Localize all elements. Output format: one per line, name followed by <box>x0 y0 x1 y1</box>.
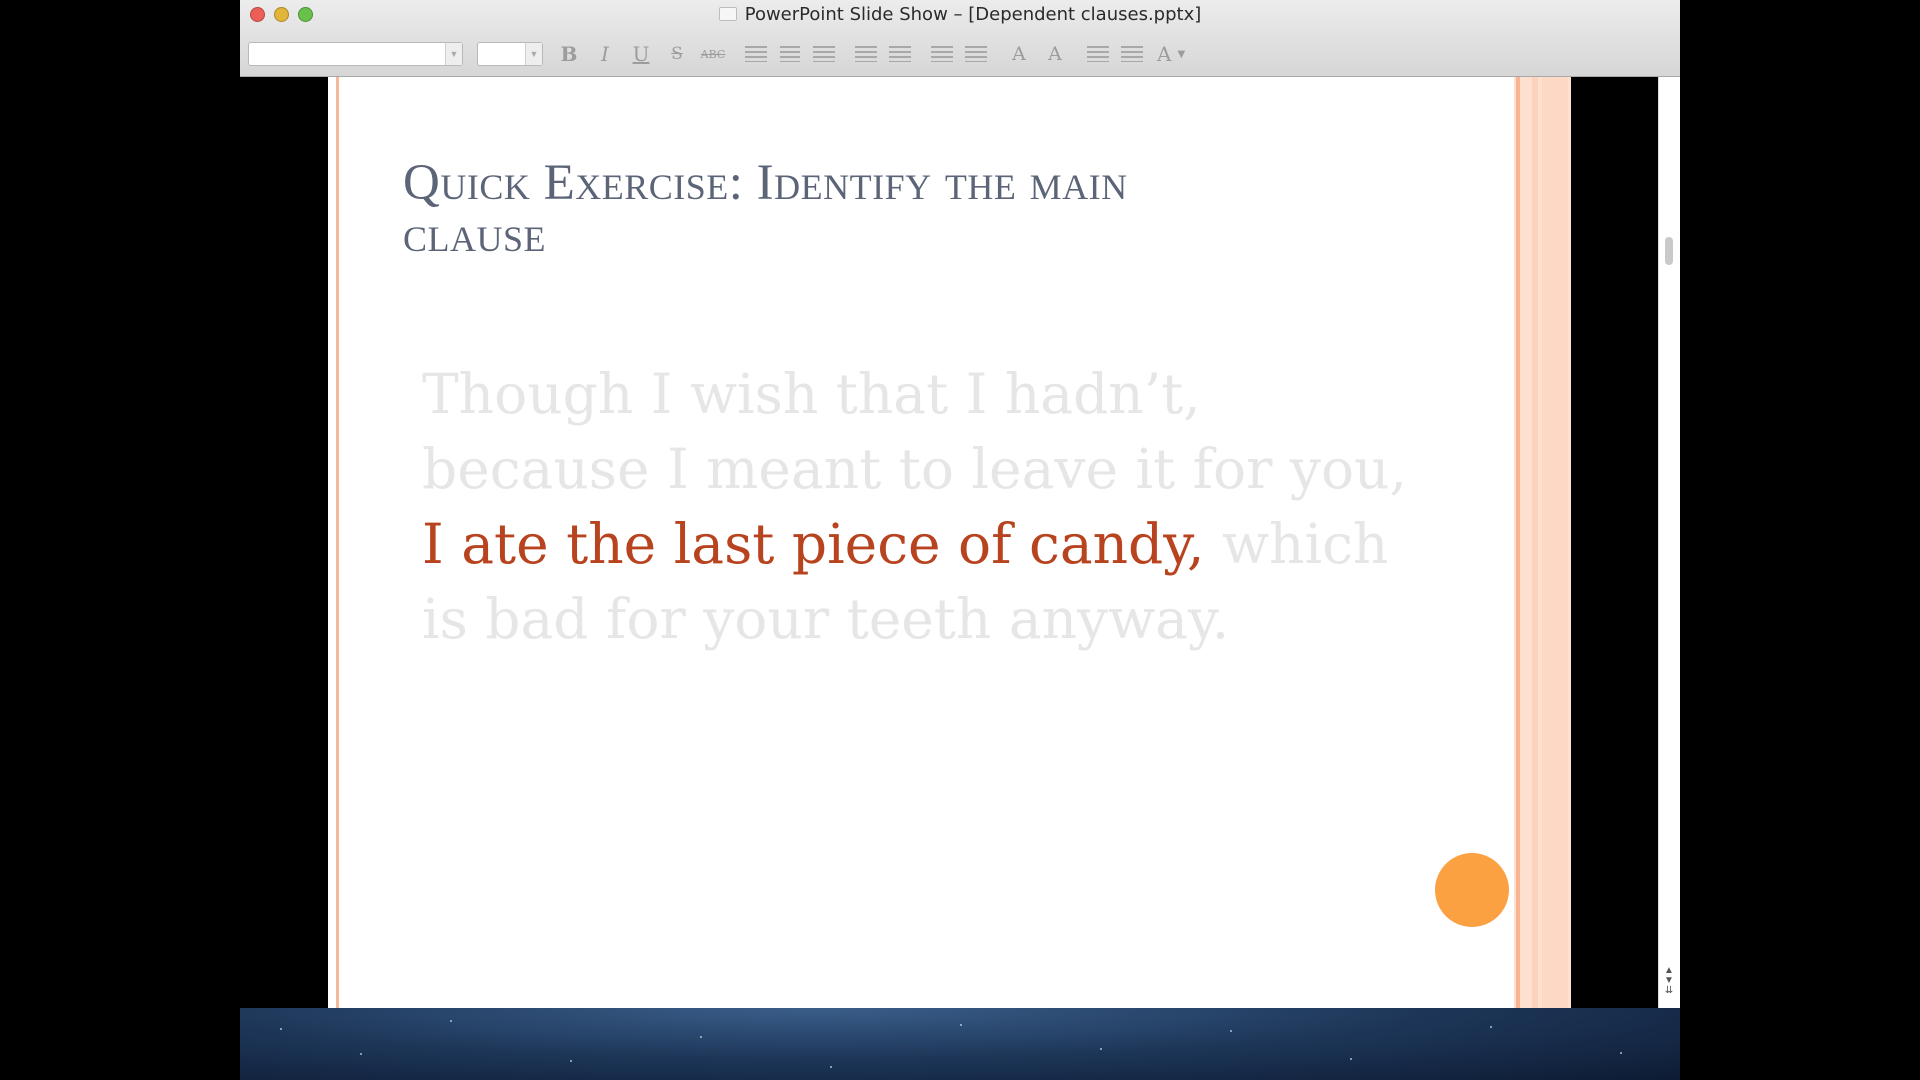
decor-stripe <box>1532 77 1538 1008</box>
numbering-icon <box>889 46 911 62</box>
align-center-icon <box>780 46 800 62</box>
star <box>1230 1030 1232 1032</box>
italic-button[interactable]: I <box>587 41 623 67</box>
underline-button[interactable]: U <box>623 41 659 67</box>
star <box>1100 1048 1102 1050</box>
slide-right-decoration <box>1514 77 1571 1008</box>
line-spacing-icon <box>931 46 953 62</box>
star <box>830 1066 832 1068</box>
powerpoint-window: PowerPoint Slide Show – [Dependent claus… <box>240 0 1680 1008</box>
star <box>450 1020 452 1022</box>
slide-title-line2: clause <box>403 207 547 263</box>
increase-indent-button[interactable] <box>1115 41 1149 67</box>
numbering-button[interactable] <box>883 41 917 67</box>
slide-title-line1: Quick Exercise: Identify the main <box>403 155 1128 211</box>
star <box>280 1028 282 1030</box>
star <box>700 1036 702 1038</box>
chevron-down-icon[interactable]: ▼ <box>445 43 462 65</box>
font-size-combo[interactable]: ▼ <box>477 42 543 66</box>
align-center-button[interactable] <box>773 41 807 67</box>
scroll-thumb[interactable] <box>1665 237 1673 265</box>
star <box>960 1024 962 1026</box>
star <box>570 1060 572 1062</box>
slide-body-text: Though I wish that I hadn’t, because I m… <box>422 357 1412 657</box>
shadow-button[interactable]: S <box>659 41 695 67</box>
shrink-font-button[interactable]: A <box>1037 41 1073 67</box>
align-right-button[interactable] <box>807 41 841 67</box>
font-name-combo[interactable]: ▼ <box>248 42 463 66</box>
paragraph-spacing-button[interactable] <box>959 41 993 67</box>
subordinate-clause-text: Though I wish that I hadn’t, because I m… <box>422 362 1407 501</box>
decor-stripe <box>1542 77 1568 1008</box>
star <box>1350 1058 1352 1060</box>
window-title-container: PowerPoint Slide Show – [Dependent claus… <box>240 4 1680 25</box>
align-right-icon <box>813 46 835 62</box>
scroll-arrows[interactable]: ▲ ▼ ⇊ <box>1662 966 1676 1006</box>
main-clause-text: I ate the last piece of candy, <box>422 512 1205 576</box>
align-left-icon <box>745 46 767 62</box>
title-bar: PowerPoint Slide Show – [Dependent claus… <box>240 0 1680 77</box>
document-icon <box>718 7 737 21</box>
bullets-icon <box>855 46 877 62</box>
bullets-button[interactable] <box>849 41 883 67</box>
decrease-indent-icon <box>1087 46 1109 62</box>
bold-button[interactable]: B <box>551 41 587 67</box>
window-title: PowerPoint Slide Show – [Dependent claus… <box>744 4 1202 25</box>
strikethrough-button[interactable]: ABC <box>695 41 731 67</box>
desktop-background <box>240 1008 1680 1080</box>
chevron-down-icon[interactable]: ▼ <box>525 43 542 65</box>
star <box>360 1053 362 1055</box>
slide-canvas: Quick Exercise: Identify the main clause… <box>328 77 1571 1008</box>
formatting-toolbar: ▼ ▼ B I U S ABC A A A ▼ <box>248 40 1185 68</box>
star <box>1490 1026 1492 1028</box>
font-color-label: A <box>1157 42 1172 66</box>
decrease-indent-button[interactable] <box>1081 41 1115 67</box>
decor-stripe <box>1516 77 1520 1008</box>
chevron-down-icon: ▼ <box>1177 48 1186 60</box>
star <box>1620 1052 1622 1054</box>
grow-font-button[interactable]: A <box>1001 41 1037 67</box>
slide-title: Quick Exercise: Identify the main clause <box>403 157 1383 261</box>
decorative-circle <box>1435 853 1509 927</box>
increase-indent-icon <box>1121 46 1143 62</box>
slide-left-border <box>336 77 339 1008</box>
line-spacing-button[interactable] <box>925 41 959 67</box>
paragraph-spacing-icon <box>965 46 987 62</box>
font-color-button[interactable]: A ▼ <box>1157 42 1185 66</box>
vertical-scrollbar[interactable]: ▲ ▼ ⇊ <box>1658 77 1680 1008</box>
align-left-button[interactable] <box>739 41 773 67</box>
